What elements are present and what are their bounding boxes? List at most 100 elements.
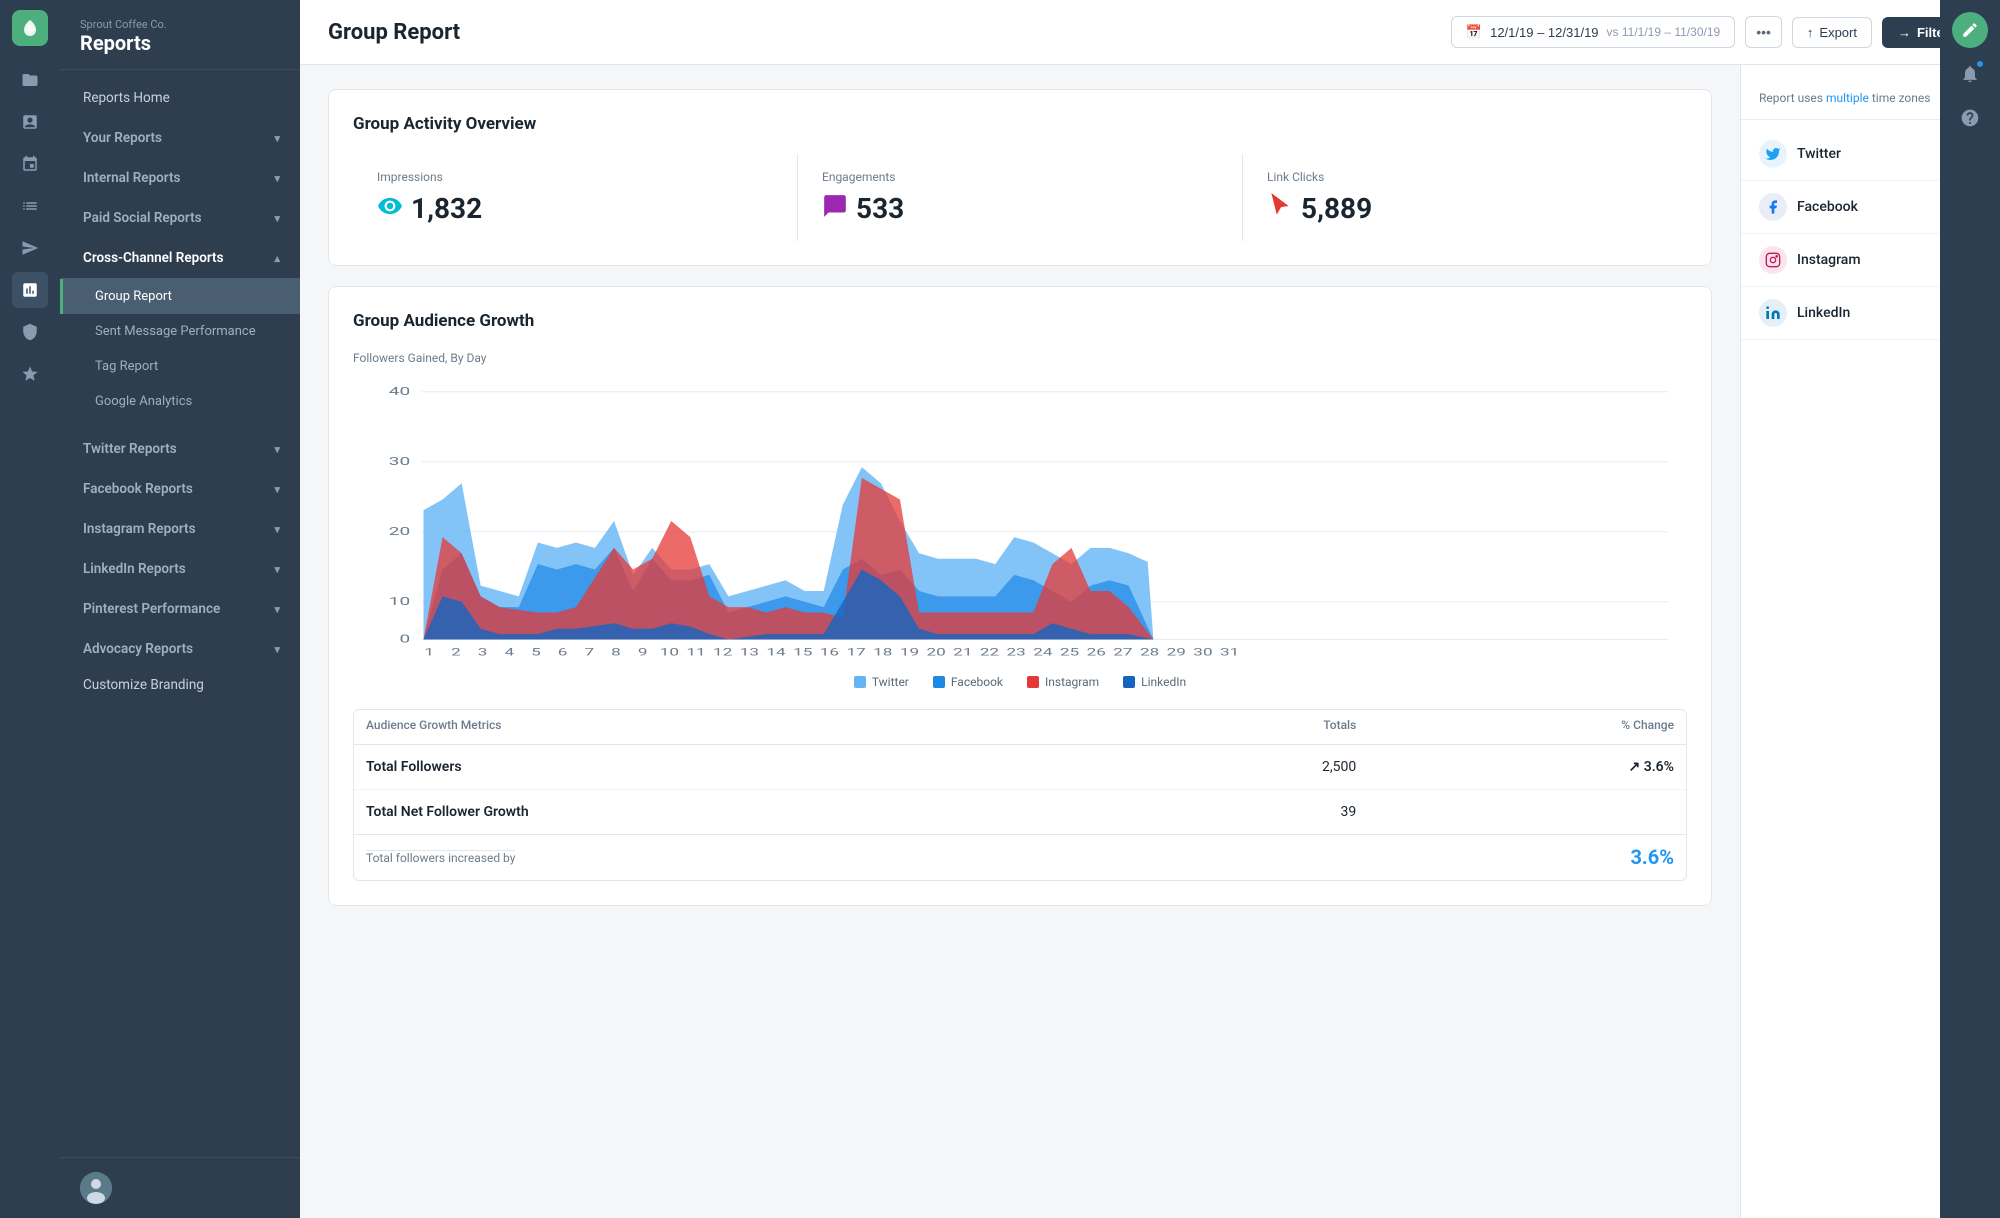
sidebar-item-tag-report[interactable]: Tag Report [60,349,300,384]
col1-header: Audience Growth Metrics [354,710,1127,745]
right-rail [1940,0,2000,1218]
sidebar-item-reports-home[interactable]: Reports Home [60,80,300,116]
more-icon: ••• [1756,24,1771,40]
svg-text:1: 1 [424,647,434,658]
chart-legend: Twitter Facebook Instagram LinkedIn [353,675,1687,689]
legend-linkedin: LinkedIn [1123,675,1186,689]
engagements-label: Engagements [822,170,1218,184]
metrics-table-container: Audience Growth Metrics Totals % Change … [353,709,1687,881]
clicks-label: Link Clicks [1267,170,1663,184]
platform-facebook-left: Facebook [1759,193,1858,221]
rail-inbox-icon[interactable] [12,104,48,140]
sidebar-item-customize[interactable]: Customize Branding [60,667,300,703]
engagements-value: 533 [822,192,1218,225]
icon-rail [0,0,60,1218]
more-options-button[interactable]: ••• [1745,16,1782,48]
stats-row: Impressions 1,832 Engagements [353,154,1687,241]
rail-chart-icon[interactable] [12,272,48,308]
chart-subtitle: Followers Gained, By Day [353,351,1687,365]
notifications-button[interactable] [1952,56,1988,92]
svg-text:4: 4 [504,647,514,658]
sidebar-item-your-reports[interactable]: Your Reports ▾ [60,116,300,156]
sidebar-item-advocacy[interactable]: Advocacy Reports ▾ [60,627,300,667]
metrics-footer: Total followers increased by 3.6% [354,834,1686,880]
rail-badge-icon[interactable] [12,314,48,350]
platform-twitter-left: Twitter [1759,140,1841,168]
help-button[interactable] [1952,100,1988,136]
export-button[interactable]: ↑ Export [1792,17,1872,48]
sidebar-item-internal-reports[interactable]: Internal Reports ▾ [60,156,300,196]
svg-text:5: 5 [531,647,541,658]
chevron-icon: ▴ [274,252,280,265]
vs-date: vs 11/1/19 – 11/30/19 [1607,25,1721,39]
legend-linkedin-dot [1123,676,1135,688]
sidebar-item-linkedin-reports[interactable]: LinkedIn Reports ▾ [60,547,300,587]
activity-overview-card: Group Activity Overview Impressions 1,83… [328,89,1712,266]
filters-icon: → [1898,25,1911,40]
sidebar-item-group-report[interactable]: Group Report [60,279,300,314]
multiple-timezones-link[interactable]: multiple [1826,91,1869,105]
metric-change-net [1368,790,1686,835]
table-row: Total Followers 2,500 ↗ 3.6% [354,745,1686,790]
compose-button[interactable] [1952,12,1988,48]
sidebar-item-paid-social[interactable]: Paid Social Reports ▾ [60,196,300,236]
metrics-table: Audience Growth Metrics Totals % Change … [354,710,1686,834]
svg-text:13: 13 [740,647,759,658]
svg-text:11: 11 [686,647,705,658]
legend-instagram-dot [1027,676,1039,688]
content-area: Group Activity Overview Impressions 1,83… [300,65,1740,1218]
instagram-name: Instagram [1797,252,1861,268]
impressions-label: Impressions [377,170,773,184]
svg-text:27: 27 [1113,647,1132,658]
user-avatar[interactable] [80,1172,112,1204]
chevron-icon: ▾ [274,172,280,185]
metrics-note: Total followers increased by [366,850,515,865]
svg-text:29: 29 [1167,647,1186,658]
col3-header: % Change [1368,710,1686,745]
chevron-icon: ▾ [274,523,280,536]
chevron-icon: ▾ [274,643,280,656]
metric-change-followers: ↗ 3.6% [1368,745,1686,790]
page-title: Group Report [328,20,460,45]
impressions-icon [377,193,403,225]
platform-instagram-left: Instagram [1759,246,1861,274]
instagram-platform-icon [1759,246,1787,274]
rail-folder-icon[interactable] [12,62,48,98]
sidebar-item-sent-message[interactable]: Sent Message Performance [60,314,300,349]
svg-text:30: 30 [1193,647,1212,658]
audience-growth-card: Group Audience Growth Followers Gained, … [328,286,1712,906]
legend-facebook-dot [933,676,945,688]
sidebar-item-pinterest[interactable]: Pinterest Performance ▾ [60,587,300,627]
rail-send-icon[interactable] [12,230,48,266]
metrics-note-value: 3.6% [1630,845,1674,870]
svg-text:18: 18 [873,647,892,658]
chevron-icon: ▾ [274,443,280,456]
app-logo[interactable] [12,10,48,46]
rail-star-icon[interactable] [12,356,48,392]
calendar-icon: 📅 [1466,24,1482,40]
legend-twitter-dot [854,676,866,688]
svg-text:17: 17 [846,647,865,658]
svg-text:28: 28 [1140,647,1159,658]
svg-text:14: 14 [766,647,785,658]
activity-card-title: Group Activity Overview [353,114,1687,134]
sidebar-item-instagram-reports[interactable]: Instagram Reports ▾ [60,507,300,547]
date-range-value: 12/1/19 – 12/31/19 [1490,25,1598,40]
clicks-value: 5,889 [1267,192,1663,225]
sidebar-item-twitter-reports[interactable]: Twitter Reports ▾ [60,427,300,467]
svg-text:12: 12 [713,647,732,658]
date-range-button[interactable]: 📅 12/1/19 – 12/31/19 vs 11/1/19 – 11/30/… [1451,16,1735,48]
svg-text:Dec: Dec [415,660,444,661]
sidebar-item-cross-channel[interactable]: Cross-Channel Reports ▴ [60,236,300,279]
linkedin-name: LinkedIn [1797,305,1850,321]
rail-list-icon[interactable] [12,188,48,224]
clicks-icon [1267,193,1293,225]
sidebar-item-google-analytics[interactable]: Google Analytics [60,384,300,419]
svg-text:23: 23 [1007,647,1026,658]
twitter-platform-icon [1759,140,1787,168]
rail-pin-icon[interactable] [12,146,48,182]
impressions-value: 1,832 [377,192,773,225]
svg-text:7: 7 [584,647,594,658]
svg-text:10: 10 [660,647,679,658]
sidebar-item-facebook-reports[interactable]: Facebook Reports ▾ [60,467,300,507]
